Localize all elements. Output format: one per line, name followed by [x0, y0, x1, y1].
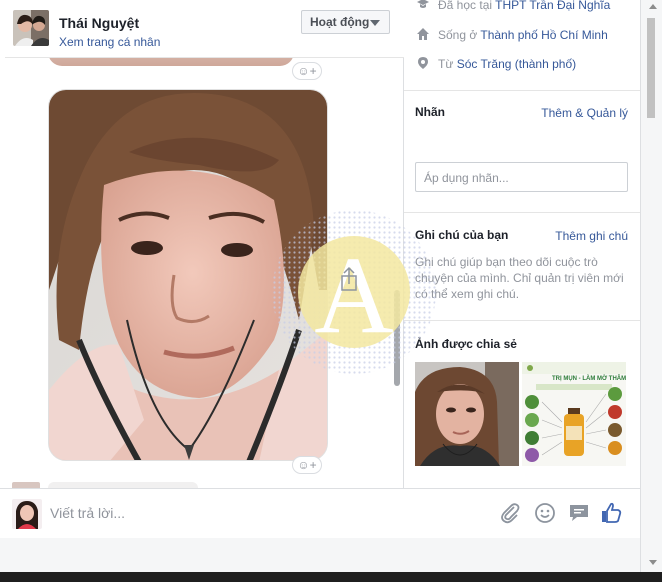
scroll-up-arrow-icon[interactable]	[649, 4, 657, 9]
paperclip-icon[interactable]	[498, 501, 522, 525]
notes-title: Ghi chú của bạn	[415, 228, 509, 242]
studied-prefix: Đã học tại	[438, 0, 493, 12]
add-note-link[interactable]: Thêm ghi chú	[555, 229, 628, 243]
react-button[interactable]: ☺+	[292, 456, 322, 474]
status-dropdown-button[interactable]: Hoạt động	[301, 10, 390, 34]
selfie-photo	[49, 90, 327, 460]
reply-input[interactable]: Viết trả lời...	[50, 505, 380, 521]
window-bottom-bar	[0, 538, 640, 572]
contact-name[interactable]: Thái Nguyệt	[59, 15, 139, 31]
page-scroll-thumb[interactable]	[647, 18, 655, 118]
shared-poster-image: TRỊ MỤN - LÀM MỜ THÂM	[522, 362, 626, 466]
react-button[interactable]: ☺+	[292, 62, 322, 80]
page-scrollbar[interactable]	[640, 0, 662, 582]
apply-label-placeholder: Áp dụng nhãn...	[424, 171, 509, 185]
from-prefix: Từ	[438, 57, 454, 71]
smiley-plus-icon: ☺+	[297, 64, 317, 78]
conversation-scrollbar[interactable]	[394, 60, 402, 485]
shared-photos-title: Ảnh được chia sẻ	[415, 337, 517, 351]
hometown-link[interactable]: Sóc Trăng (thành phố)	[457, 57, 576, 71]
divider	[404, 320, 640, 321]
lives-in-row: Sống ở Thành phố Hồ Chí Minh	[416, 27, 608, 45]
add-manage-labels-link[interactable]: Thêm & Quản lý	[541, 106, 628, 120]
poster-heading: TRỊ MỤN - LÀM MỜ THÂM	[552, 374, 626, 382]
info-sidebar: Đã học tại THPT Trần Đại Nghĩa Sống ở Th…	[404, 0, 640, 488]
caret-down-icon	[370, 20, 380, 26]
my-avatar	[12, 499, 42, 529]
status-button-label: Hoạt động	[310, 15, 370, 29]
conversation-pane: ☺+ ☺+	[0, 0, 404, 488]
studied-at-row: Đã học tại THPT Trần Đại Nghĩa	[416, 0, 610, 15]
view-profile-link[interactable]: Xem trang cá nhân	[59, 35, 160, 49]
apply-label-input[interactable]: Áp dụng nhãn...	[415, 162, 628, 192]
lives-prefix: Sống ở	[438, 28, 478, 42]
scroll-down-arrow-icon[interactable]	[649, 560, 657, 565]
emoji-icon[interactable]	[533, 501, 557, 525]
shared-selfie-image	[415, 362, 519, 466]
like-icon[interactable]	[599, 501, 623, 525]
school-link[interactable]: THPT Trần Đại Nghĩa	[495, 0, 610, 12]
labels-title: Nhãn	[415, 105, 445, 119]
divider	[404, 212, 640, 213]
divider	[404, 90, 640, 91]
shared-photo-thumbnail[interactable]	[415, 362, 519, 466]
photo-message[interactable]	[48, 89, 328, 461]
conversation-scroll-thumb[interactable]	[394, 290, 400, 386]
home-icon	[417, 28, 429, 40]
shared-poster-thumbnail[interactable]: TRỊ MỤN - LÀM MỜ THÂM	[522, 362, 626, 466]
my-avatar-image	[12, 499, 42, 529]
avatar-image	[13, 10, 49, 46]
smiley-plus-icon: ☺+	[297, 458, 317, 472]
graduation-cap-icon	[417, 0, 429, 8]
from-row: Từ Sóc Trăng (thành phố)	[416, 56, 576, 74]
avatar[interactable]	[13, 10, 49, 46]
os-taskbar	[0, 572, 662, 582]
city-link[interactable]: Thành phố Hồ Chí Minh	[480, 28, 607, 42]
notes-description: Ghi chú giúp bạn theo dõi cuộc trò chuyệ…	[415, 255, 624, 301]
labels-list	[415, 122, 633, 156]
sticker-icon[interactable]	[567, 501, 591, 525]
message-composer: Viết trả lời...	[0, 488, 640, 538]
location-pin-icon	[418, 57, 428, 69]
conversation-header: Thái Nguyệt Xem trang cá nhân Hoạt động	[5, 0, 404, 58]
